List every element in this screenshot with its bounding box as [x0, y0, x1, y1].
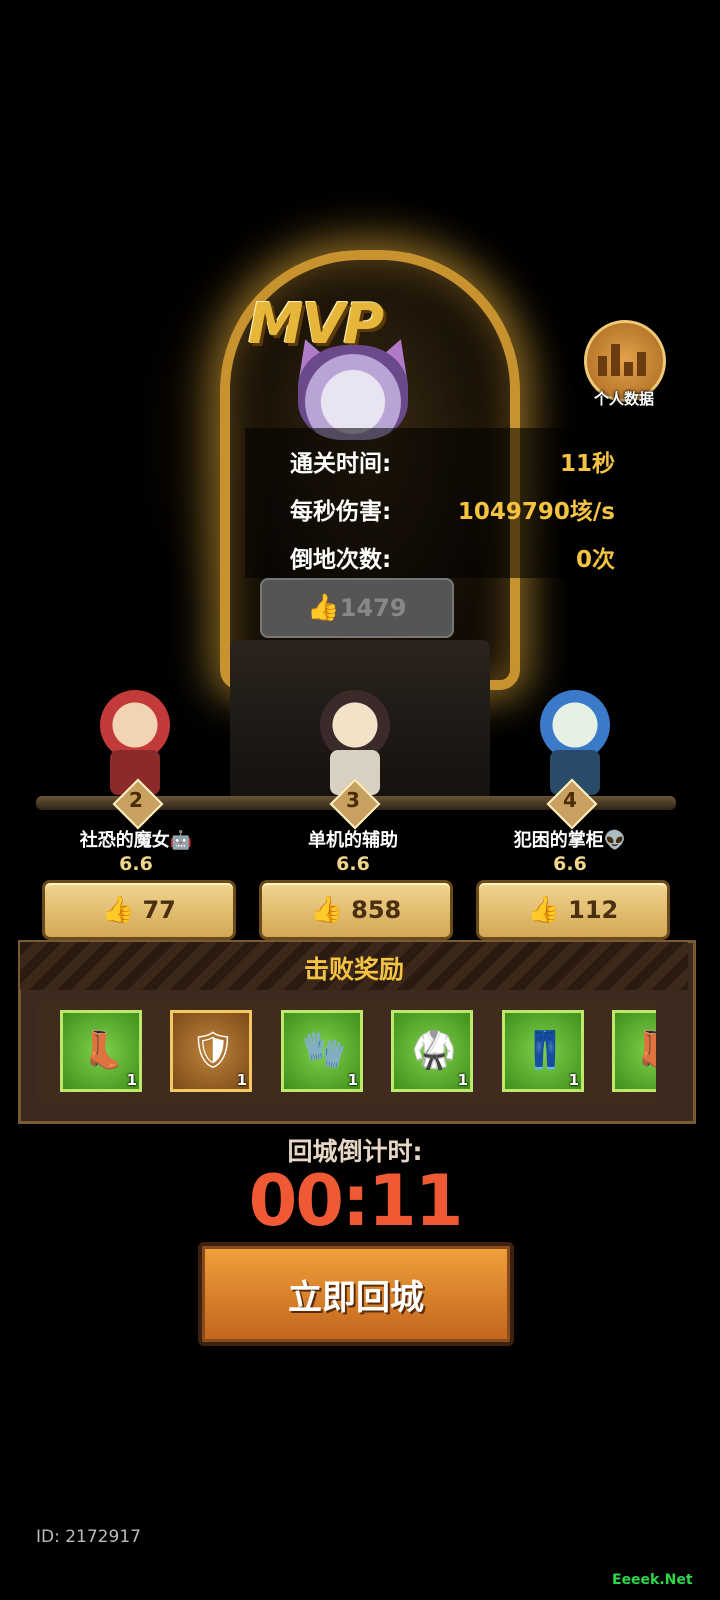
- stat-label: 每秒伤害:: [290, 499, 392, 525]
- stat-dps: 每秒伤害: 1049790垓/s: [245, 488, 640, 528]
- rewards-title: 击败奖励: [303, 955, 404, 984]
- hero-character-3: [275, 630, 435, 795]
- stat-value: 11秒: [559, 451, 615, 477]
- stat-knockdowns: 倒地次数: 0次: [245, 536, 640, 576]
- reward-item[interactable]: 👢 1: [60, 1010, 142, 1092]
- personal-data-button[interactable]: 个人数据: [584, 320, 666, 408]
- rewards-list[interactable]: 👢 1 🛡 1 🧤 1 🥋 1 👖 1 👢: [36, 1002, 656, 1102]
- player-score: 6.6: [336, 853, 370, 875]
- mvp-like-count: 1479: [339, 594, 407, 622]
- reward-item[interactable]: 👖 1: [502, 1010, 584, 1092]
- rank-number: 2: [129, 788, 143, 812]
- reward-count: 1: [126, 1071, 137, 1089]
- boots-icon: 👢: [632, 1030, 656, 1071]
- stat-value: 0次: [575, 547, 615, 573]
- thumbs-up-icon: 👍: [310, 895, 344, 925]
- like-count: 77: [142, 896, 176, 924]
- reward-item[interactable]: 👢: [612, 1010, 656, 1092]
- chest-armor-icon: 🥋: [411, 1030, 457, 1071]
- stat-label: 倒地次数:: [290, 547, 392, 573]
- leg-armor-icon: 👖: [522, 1030, 568, 1071]
- stat-label: 通关时间:: [290, 451, 392, 477]
- player-score: 6.6: [119, 853, 153, 875]
- like-button-player-3[interactable]: 👍 858: [259, 880, 453, 940]
- rank-number: 3: [346, 788, 360, 812]
- bar-chart-icon: [598, 342, 646, 376]
- thumbs-up-icon: 👍: [527, 895, 561, 925]
- rank-number: 4: [563, 788, 577, 812]
- hero-character-4: [495, 630, 655, 795]
- reward-count: 1: [347, 1071, 358, 1089]
- reward-count: 1: [457, 1071, 468, 1089]
- mvp-avatar[interactable]: [298, 345, 408, 440]
- reward-count: 1: [568, 1071, 579, 1089]
- reward-item[interactable]: 🧤 1: [281, 1010, 363, 1092]
- mvp-like-button[interactable]: 👍 1479: [260, 578, 454, 638]
- return-to-city-button[interactable]: 立即回城: [198, 1242, 514, 1346]
- return-countdown-timer: 00:11: [248, 1160, 464, 1242]
- thumbs-up-icon: 👍: [307, 593, 340, 623]
- like-button-player-4[interactable]: 👍 112: [476, 880, 670, 940]
- player-name: 犯困的掌柜👽: [513, 830, 627, 851]
- thumbs-up-icon: 👍: [102, 895, 135, 925]
- mvp-stats-panel: 通关时间: 11秒 每秒伤害: 1049790垓/s 倒地次数: 0次: [245, 428, 640, 578]
- stat-value: 1049790垓/s: [457, 499, 615, 525]
- like-count: 112: [568, 896, 619, 924]
- shoulder-armor-icon: 🛡: [190, 1030, 236, 1071]
- like-count: 858: [351, 896, 402, 924]
- player-name: 社恐的魔女🤖: [79, 830, 193, 851]
- like-button-player-2[interactable]: 👍 77: [42, 880, 236, 940]
- player-id: ID: 2172917: [36, 1527, 141, 1547]
- reward-count: 1: [236, 1071, 247, 1089]
- watermark: Eeeek.Net: [612, 1572, 693, 1588]
- gauntlet-icon: 🧤: [301, 1030, 347, 1071]
- player-score: 6.6: [553, 853, 587, 875]
- hero-character-2: [55, 630, 215, 795]
- reward-item[interactable]: 🥋 1: [391, 1010, 473, 1092]
- boots-icon: 👢: [80, 1030, 126, 1071]
- stat-clear-time: 通关时间: 11秒: [245, 440, 640, 480]
- personal-data-label: 个人数据: [593, 390, 654, 408]
- player-name: 单机的辅助: [308, 830, 398, 851]
- reward-item[interactable]: 🛡 1: [170, 1010, 252, 1092]
